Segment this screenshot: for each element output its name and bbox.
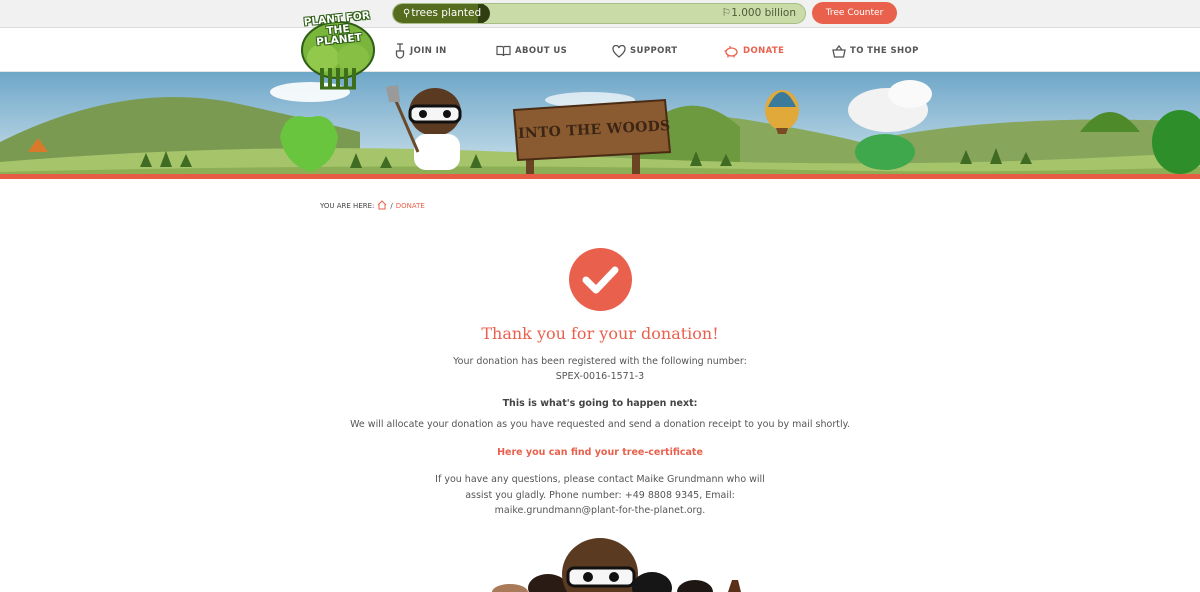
basket-icon [832, 44, 846, 58]
nav-donate[interactable]: DONATE [724, 42, 784, 60]
book-icon [496, 45, 511, 57]
breadcrumb-current: DONATE [395, 202, 425, 210]
nav-join-in[interactable]: JOIN IN [394, 42, 447, 60]
pin-icon: ⚲ [403, 8, 411, 19]
breadcrumb-prefix: YOU ARE HERE: [320, 202, 375, 210]
tree-counter-button[interactable]: Tree Counter [812, 2, 897, 24]
counter-label: trees planted [411, 7, 482, 19]
registered-text: Your donation has been registered with t… [453, 356, 747, 367]
tree-counter-bar[interactable]: ⚲trees planted ⚐1.000 billion [392, 3, 806, 24]
home-icon[interactable] [377, 200, 387, 212]
contact-text: If you have any questions, please contac… [435, 474, 765, 516]
allocate-text: We will allocate your donation as you ha… [350, 419, 850, 430]
donation-number: SPEX-0016-1571-3 [555, 371, 645, 382]
flag-icon: ⚐ [721, 7, 732, 19]
next-steps-heading: This is what's going to happen next: [502, 398, 698, 409]
tree-certificate-link[interactable]: Here you can find your tree-certificate [0, 445, 1200, 461]
nav-label: JOIN IN [410, 46, 447, 56]
page-title: Thank you for your donation! [481, 324, 719, 343]
nav-label: ABOUT US [515, 46, 568, 56]
nav-label: DONATE [743, 46, 785, 56]
counter-goal: 1.000 billion [731, 7, 796, 19]
nav-label: TO THE SHOP [850, 46, 919, 56]
top-bar: ⚲trees planted ⚐1.000 billion Tree Count… [0, 0, 1200, 28]
heart-icon [612, 44, 626, 58]
breadcrumb-separator: / [390, 202, 393, 210]
nav-support[interactable]: SUPPORT [612, 42, 677, 60]
success-check-icon [569, 248, 632, 311]
breadcrumb: YOU ARE HERE: / DONATE [320, 200, 425, 212]
nav-shop[interactable]: TO THE SHOP [832, 42, 919, 60]
main-nav: JOIN IN ABOUT US SUPPORT DONATE TO THE S… [0, 29, 1200, 72]
piggy-bank-icon [724, 45, 739, 58]
plant-for-the-planet-logo[interactable]: PLANT FOR THE PLANET [298, 8, 378, 92]
shovel-icon [394, 43, 406, 59]
children-illustration [490, 530, 750, 592]
nav-about-us[interactable]: ABOUT US [496, 42, 567, 60]
banner-border [0, 174, 1200, 179]
nav-label: SUPPORT [630, 46, 678, 56]
